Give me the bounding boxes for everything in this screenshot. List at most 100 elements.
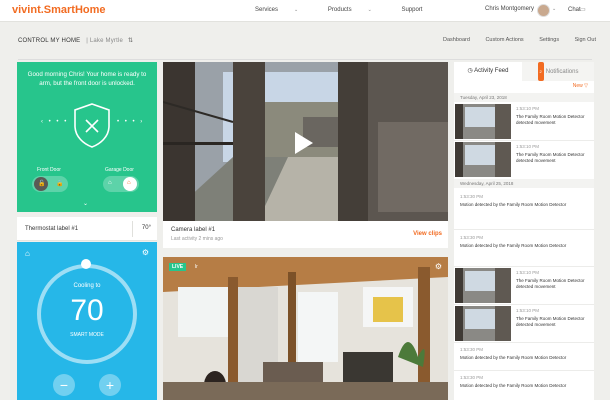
gear-icon[interactable]: ⚙ <box>435 262 442 271</box>
divider <box>132 221 133 237</box>
garage-icon: ⌂ <box>108 180 112 186</box>
new-label: New <box>572 83 583 89</box>
date-header: Wednesday, April 25, 2018 <box>454 179 594 188</box>
camera-2-image <box>163 257 448 400</box>
event-text: The Family Room Motion Detector detected… <box>516 152 585 164</box>
event-text: The Family Room Motion Detector detected… <box>516 278 585 290</box>
front-door-toggle[interactable]: 🔓 🔒 <box>32 176 68 192</box>
filter-icon: ▽ <box>584 83 588 89</box>
event-thumbnail[interactable] <box>455 306 511 341</box>
vivint-logo[interactable]: vivint.SmartHome <box>12 4 106 16</box>
location-selector[interactable]: | Lake Myrtle <box>86 38 123 44</box>
cooling-status: Cooling to <box>73 283 101 289</box>
chat-icon[interactable]: ▭ <box>580 6 586 13</box>
live-badge: LIVE <box>169 263 187 271</box>
shield-check-icon[interactable] <box>72 102 112 148</box>
thermostat-header[interactable]: Thermostat label #1 70° <box>17 217 157 241</box>
thermostat-mode: SMART MODE <box>70 332 104 338</box>
event-text: Motion detected by the Family Room Motio… <box>460 383 567 388</box>
camera-1-image <box>163 62 448 221</box>
subnav-dashboard[interactable]: Dashboard <box>443 37 470 43</box>
nav-support[interactable]: Support <box>401 7 422 13</box>
decrease-temp-button[interactable]: − <box>53 374 75 396</box>
subnav-sign-out[interactable]: Sign Out <box>575 37 596 43</box>
date-header: Tuesday, April 23, 2018 <box>454 93 594 102</box>
event-time: 1:53:30 PM <box>460 194 484 199</box>
nav-services-label: Services <box>255 7 279 13</box>
nav-products-label: Products <box>327 7 352 13</box>
feed-tabs: ◷ Activity Feed 2 Notifications <box>454 62 594 81</box>
feed-item[interactable]: 1:53:30 PM Motion detected by the Family… <box>454 371 594 400</box>
feed-item[interactable]: 1:53:10 PM The Family Room Motion Detect… <box>454 305 594 342</box>
event-time: 1:53:10 PM <box>516 144 540 149</box>
top-bar: vivint.SmartHome Services ⌄ Products ⌄ Sup… <box>0 0 610 22</box>
gear-icon[interactable]: ⚙ <box>142 248 149 257</box>
sub-nav: Dashboard Custom Actions Settings Sign O… <box>443 37 610 43</box>
tab-notifications-label: Notifications <box>545 69 579 76</box>
sub-header: CONTROL MY HOME | Lake Myrtle ⇅ Dashboar… <box>0 22 610 60</box>
garage-door-label: Garage Door <box>105 167 134 173</box>
feed-item[interactable]: 1:53:10 PM The Family Room Motion Detect… <box>454 267 594 304</box>
dial-handle[interactable] <box>81 259 91 269</box>
chevron-down-icon: ⌄ <box>367 7 372 13</box>
event-time: 1:53:30 PM <box>460 347 484 352</box>
thermostat-card: ⌂ ⚙ Cooling to 70 SMART MODE − + <box>17 242 157 400</box>
event-time: 1:53:10 PM <box>516 106 540 111</box>
subnav-settings[interactable]: Settings <box>539 37 559 43</box>
garage-open-icon: ⌂ <box>127 180 131 186</box>
event-time: 1:53:30 PM <box>460 375 484 380</box>
avatar[interactable] <box>537 4 550 17</box>
feed-item[interactable]: 1:53:30 PM Motion detected by the Family… <box>454 230 594 266</box>
event-thumbnail[interactable] <box>455 142 511 177</box>
event-text: Motion detected by the Family Room Motio… <box>460 243 567 248</box>
camera-1-footer: Camera label #1 Last activity 2 mins ago… <box>163 221 448 248</box>
event-thumbnail[interactable] <box>455 104 511 139</box>
camera-1-last-activity: Last activity 2 mins ago <box>171 236 223 242</box>
camera-1-name: Camera label #1 <box>171 227 216 233</box>
page-title: CONTROL MY HOME | Lake Myrtle ⇅ <box>18 37 133 44</box>
event-text: Motion detected by the Family Room Motio… <box>460 355 567 360</box>
feed-item[interactable]: 1:53:30 PM Motion detected by the Family… <box>454 343 594 370</box>
arm-dots-right: • • • › <box>117 119 145 125</box>
feed-item[interactable]: 1:53:10 PM The Family Room Motion Detect… <box>454 141 594 178</box>
lock-icon: 🔒 <box>56 181 64 187</box>
event-text: The Family Room Motion Detector detected… <box>516 114 585 126</box>
page-title-text: CONTROL MY HOME <box>18 38 81 44</box>
current-temperature: 70° <box>141 225 151 231</box>
feed-item[interactable]: 1:53:10 PM The Family Room Motion Detect… <box>454 103 594 140</box>
location-label: Lake Myrtle <box>89 38 124 44</box>
chevron-down-icon[interactable]: ⌄ <box>83 200 88 207</box>
user-name[interactable]: Chris Montgomery <box>485 6 534 12</box>
camera-2-sub: lr <box>195 264 198 270</box>
tab-notifications[interactable]: 2 Notifications <box>522 62 594 81</box>
subnav-custom-actions[interactable]: Custom Actions <box>485 37 523 43</box>
view-clips-button[interactable]: View clips <box>413 231 442 237</box>
feed-item[interactable]: 1:53:30 PM Motion detected by the Family… <box>454 189 594 229</box>
event-time: 1:53:30 PM <box>460 235 484 240</box>
event-thumbnail[interactable] <box>455 268 511 303</box>
tab-activity-label: Activity Feed <box>474 68 509 74</box>
tab-activity-feed[interactable]: ◷ Activity Feed <box>454 62 522 81</box>
unlock-icon: 🔓 <box>38 181 46 187</box>
arm-dots-left: ‹ • • • <box>41 119 69 125</box>
security-card: Good morning Chris! Your home is ready t… <box>17 62 157 212</box>
camera-feed-2[interactable]: LIVE lr ⚙ <box>163 257 448 400</box>
front-door-label: Front Door <box>37 167 61 173</box>
setpoint-value: 70 <box>70 294 104 327</box>
notification-count: 2 <box>537 62 544 81</box>
event-time: 1:53:10 PM <box>516 308 540 313</box>
home-icon[interactable]: ⌂ <box>25 249 30 258</box>
increase-temp-button[interactable]: + <box>99 374 121 396</box>
swap-location-icon[interactable]: ⇅ <box>128 38 133 44</box>
nav-products[interactable]: Products ⌄ <box>328 7 386 13</box>
nav-services[interactable]: Services ⌄ <box>255 7 312 13</box>
event-text: The Family Room Motion Detector detected… <box>516 316 585 328</box>
event-text: Motion detected by the Family Room Motio… <box>460 202 567 207</box>
thermostat-label: Thermostat label #1 <box>25 226 79 232</box>
event-time: 1:53:10 PM <box>516 270 540 275</box>
new-filter[interactable]: New ▽ <box>573 83 588 89</box>
chevron-down-icon[interactable]: ⌄ <box>552 6 556 12</box>
chat-link[interactable]: Chat <box>568 7 581 13</box>
camera-feed-1[interactable] <box>163 62 448 221</box>
garage-door-toggle[interactable]: ⌂ ⌂ <box>103 176 139 192</box>
